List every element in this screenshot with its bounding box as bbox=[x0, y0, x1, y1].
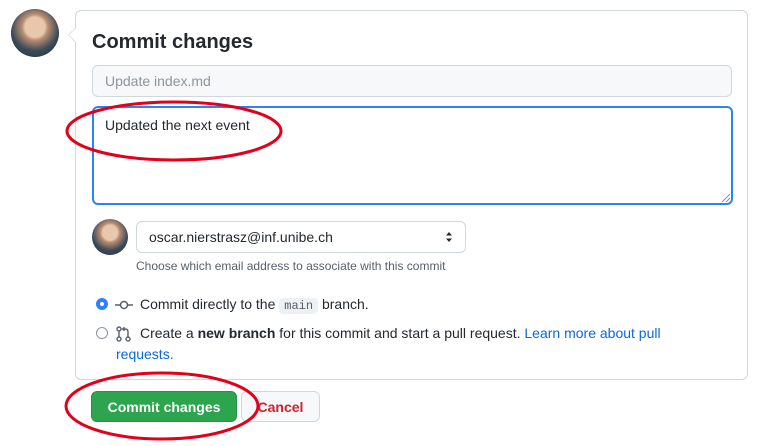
select-arrows-icon bbox=[445, 231, 453, 243]
avatar bbox=[11, 9, 59, 57]
commit-summary-input[interactable] bbox=[92, 65, 732, 97]
commit-changes-button[interactable]: Commit changes bbox=[91, 391, 237, 422]
new-branch-label: Create a new branch for this commit and … bbox=[140, 325, 661, 341]
commit-direct-radio[interactable] bbox=[96, 298, 108, 310]
branch-name: main bbox=[279, 298, 319, 314]
new-branch-radio[interactable] bbox=[96, 327, 108, 339]
email-select-value: oscar.nierstrasz@inf.unibe.ch bbox=[149, 229, 333, 245]
page-title: Commit changes bbox=[92, 31, 254, 53]
commit-direct-label: Commit directly to the main branch. bbox=[140, 296, 369, 314]
git-commit-icon bbox=[115, 300, 133, 310]
learn-more-link-continued[interactable]: requests. bbox=[116, 346, 174, 362]
email-select[interactable]: oscar.nierstrasz@inf.unibe.ch bbox=[136, 221, 466, 253]
resize-handle-icon[interactable] bbox=[722, 194, 730, 202]
author-avatar bbox=[92, 219, 128, 255]
email-hint: Choose which email address to associate … bbox=[136, 259, 446, 273]
learn-more-link[interactable]: Learn more about pull bbox=[524, 325, 660, 341]
cancel-button[interactable]: Cancel bbox=[241, 391, 320, 422]
commit-description-field[interactable]: Updated the next event bbox=[92, 106, 733, 205]
git-pull-request-icon bbox=[116, 326, 131, 342]
